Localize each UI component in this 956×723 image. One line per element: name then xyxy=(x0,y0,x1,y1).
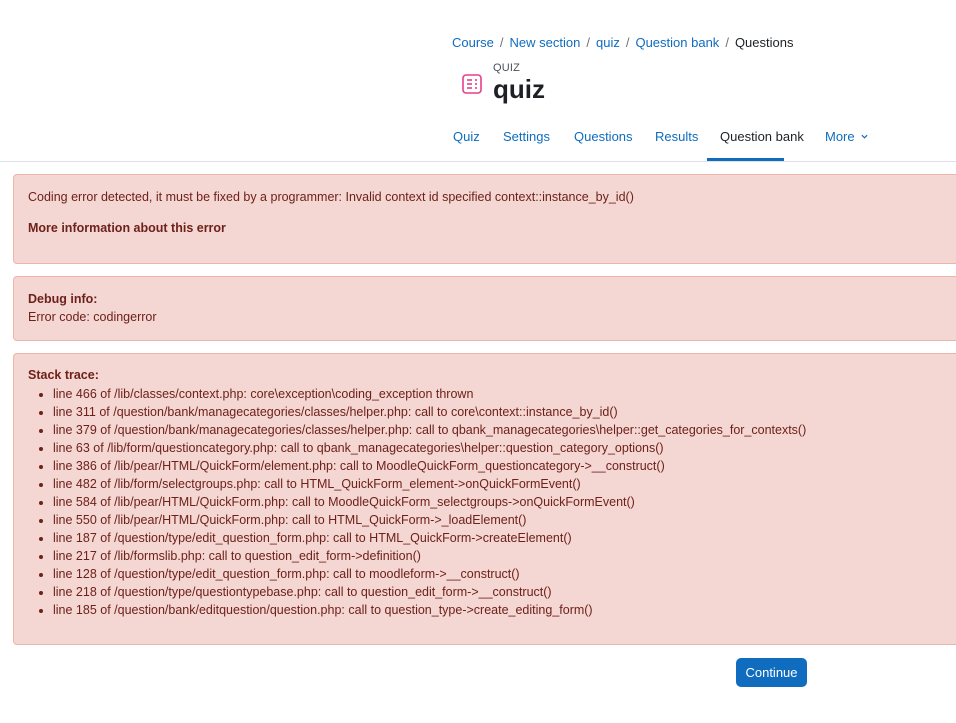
stack-trace-line: line 218 of /question/type/questiontypeb… xyxy=(53,583,806,601)
breadcrumb-separator: / xyxy=(725,35,729,50)
stack-trace-line: line 550 of /lib/pear/HTML/QuickForm.php… xyxy=(53,511,806,529)
breadcrumb: Course / New section / quiz / Question bank / Qu… xyxy=(452,35,793,50)
tab-results[interactable]: Results xyxy=(655,120,698,161)
error-message: Coding error detected, it must be fixed … xyxy=(28,190,634,204)
tab-question-bank[interactable]: Question bank xyxy=(707,120,804,161)
stack-trace-line: line 128 of /question/type/edit_question… xyxy=(53,565,806,583)
tab-quiz[interactable]: Quiz xyxy=(453,120,480,161)
stack-trace-line: line 311 of /question/bank/managecategor… xyxy=(53,403,806,421)
stack-trace-list: line 466 of /lib/classes/context.php: co… xyxy=(28,385,806,619)
breadcrumb-separator: / xyxy=(499,35,504,50)
debug-alert: Debug info: Error code: codingerror xyxy=(13,276,956,341)
stack-trace-heading: Stack trace: xyxy=(28,368,99,382)
tab-settings[interactable]: Settings xyxy=(503,120,550,161)
more-info-link[interactable]: More information about this error xyxy=(28,221,226,235)
tab-more-label: More xyxy=(825,129,855,144)
debug-heading: Debug info: xyxy=(28,292,98,306)
breadcrumb-course[interactable]: Course xyxy=(452,35,494,50)
quiz-icon xyxy=(462,74,482,94)
continue-button[interactable]: Continue xyxy=(736,658,807,687)
page-header: QUIZ quiz xyxy=(460,62,545,104)
stack-trace-line: line 217 of /lib/formslib.php: call to q… xyxy=(53,547,806,565)
error-code: Error code: codingerror xyxy=(28,310,157,324)
breadcrumb-current: Questions xyxy=(734,35,794,50)
stack-trace-line: line 584 of /lib/pear/HTML/QuickForm.php… xyxy=(53,493,806,511)
stack-trace-line: line 386 of /lib/pear/HTML/QuickForm/ele… xyxy=(53,457,806,475)
stack-trace-line: line 187 of /question/type/edit_question… xyxy=(53,529,806,547)
error-alert: Coding error detected, it must be fixed … xyxy=(13,174,956,264)
stack-trace-line: line 482 of /lib/form/selectgroups.php: … xyxy=(53,475,806,493)
breadcrumb-new-section[interactable]: New section xyxy=(510,35,581,50)
stack-trace-line: line 379 of /question/bank/managecategor… xyxy=(53,421,806,439)
stack-trace-line: line 185 of /question/bank/editquestion/… xyxy=(53,601,806,619)
stack-trace-line: line 466 of /lib/classes/context.php: co… xyxy=(53,385,806,403)
stack-trace-line: line 63 of /lib/form/questioncategory.ph… xyxy=(53,439,806,457)
breadcrumb-question-bank[interactable]: Question bank xyxy=(635,35,719,50)
secondary-navigation: Quiz Settings Questions Results Question… xyxy=(0,120,956,162)
breadcrumb-quiz[interactable]: quiz xyxy=(596,35,620,50)
chevron-down-icon xyxy=(861,134,868,139)
tab-questions[interactable]: Questions xyxy=(574,120,633,161)
page-title: quiz xyxy=(493,74,545,104)
heading-block: QUIZ quiz xyxy=(493,62,545,104)
breadcrumb-separator: / xyxy=(625,35,630,50)
tab-more[interactable]: More xyxy=(825,120,868,161)
activity-type-label: QUIZ xyxy=(493,62,521,74)
breadcrumb-separator: / xyxy=(586,35,590,50)
stack-trace-alert: Stack trace: line 466 of /lib/classes/co… xyxy=(13,353,956,645)
